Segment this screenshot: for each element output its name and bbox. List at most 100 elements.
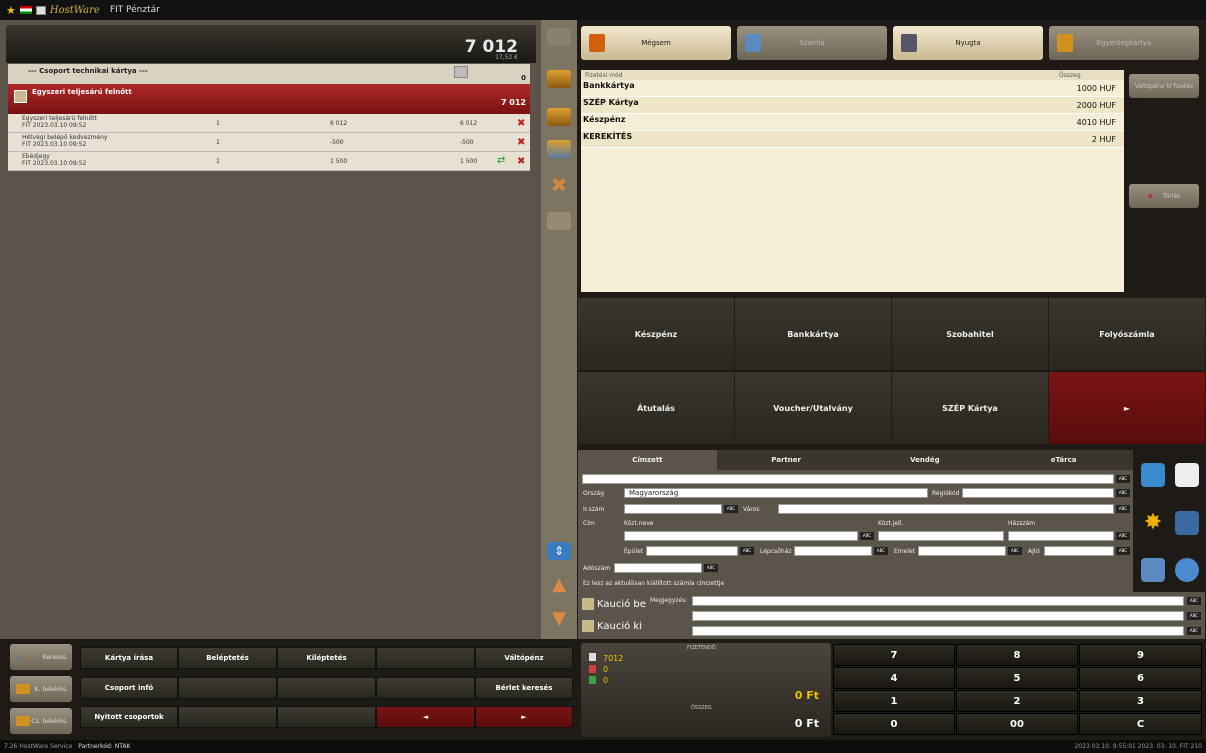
change-payout-button[interactable]: Váltópénz ki fizetés xyxy=(1129,74,1199,98)
empty-button[interactable] xyxy=(376,677,475,699)
hazszam-field[interactable] xyxy=(1008,531,1114,541)
pay-szep-button[interactable]: SZÉP Kártya xyxy=(892,372,1048,444)
delete-icon[interactable]: ✖ xyxy=(517,137,525,148)
key-6[interactable]: 6 xyxy=(1079,667,1202,689)
regiokod-field[interactable] xyxy=(962,488,1114,498)
ticket-icon[interactable] xyxy=(547,212,571,230)
cancel-icon[interactable]: ✖ xyxy=(547,175,571,195)
new-icon[interactable]: ✸ xyxy=(1141,511,1165,535)
epulet-field[interactable] xyxy=(646,546,738,556)
delete-icon[interactable]: ✖ xyxy=(517,156,525,167)
empty-button[interactable] xyxy=(376,647,475,669)
contact-card-icon[interactable] xyxy=(1141,558,1165,582)
key-0[interactable]: 0 xyxy=(833,713,955,735)
lepcsohaz-field[interactable] xyxy=(794,546,872,556)
check-out-button[interactable]: Kiléptetés xyxy=(277,647,376,669)
check-in-button[interactable]: Beléptetés xyxy=(178,647,277,669)
pass-search-button[interactable]: Bérlet keresés xyxy=(475,677,573,699)
keyboard-button[interactable]: ABC xyxy=(1187,627,1201,635)
clear-doc-icon[interactable] xyxy=(1175,463,1199,487)
list-item[interactable]: Egyszeri teljesárú felnőtt FIT 2023.03.10… xyxy=(8,114,530,133)
users-icon[interactable] xyxy=(547,28,571,46)
pay-room-credit-button[interactable]: Szobahitel xyxy=(892,298,1048,370)
key-9[interactable]: 9 xyxy=(1079,644,1202,666)
keyboard-button[interactable]: ABC xyxy=(1116,532,1130,540)
tab-etarca[interactable]: eTárca xyxy=(994,450,1133,470)
keyboard-button[interactable]: ABC xyxy=(874,547,888,555)
receipt-button[interactable]: Nyugta xyxy=(893,26,1043,60)
kozt-neve-field[interactable] xyxy=(624,531,858,541)
card-info-icon[interactable] xyxy=(547,140,571,158)
list-item[interactable]: Ebédjegy FIT 2023.03.10 09:52 1 1 500 1 5… xyxy=(8,152,530,171)
key-clear[interactable]: C xyxy=(1079,713,1202,735)
pay-card-button[interactable]: Bankkártya xyxy=(735,298,891,370)
note-field-1[interactable] xyxy=(692,596,1184,606)
next-page-button[interactable]: ► xyxy=(475,706,573,728)
selected-group-row[interactable]: Egyszeri teljesárú felnőtt 7 012 xyxy=(8,84,530,114)
pay-account-button[interactable]: Folyószámla xyxy=(1049,298,1205,370)
note-field-2[interactable] xyxy=(692,611,1184,621)
key-2[interactable]: 2 xyxy=(956,690,1078,712)
keyboard-button[interactable]: ABC xyxy=(1187,612,1201,620)
collapse-icon[interactable]: ⇕ xyxy=(547,542,571,560)
group-edit-icon[interactable] xyxy=(454,66,468,78)
keyboard-button[interactable]: ABC xyxy=(1008,547,1022,555)
delete-icon[interactable]: ✖ xyxy=(517,118,525,129)
group-info-button[interactable]: Csoport infó xyxy=(80,677,178,699)
empty-button[interactable] xyxy=(277,706,376,728)
key-5[interactable]: 5 xyxy=(956,667,1078,689)
open-groups-button[interactable]: Nyitott csoportok xyxy=(80,706,178,728)
keyboard-button[interactable]: ABC xyxy=(1116,505,1130,513)
card-edit-icon[interactable] xyxy=(547,108,571,126)
kaucio-be-toggle[interactable]: Kaució be xyxy=(582,598,646,610)
prev-page-button[interactable]: ◄ xyxy=(376,706,475,728)
arrow-down-icon[interactable]: ▼ xyxy=(547,610,571,628)
keyboard-button[interactable]: ABC xyxy=(860,532,874,540)
orszag-select[interactable]: Magyarország xyxy=(624,488,928,498)
globe-icon[interactable] xyxy=(1175,558,1199,582)
swap-icon[interactable]: ⇄ xyxy=(497,155,505,166)
card-request-button[interactable]: K. bekérés xyxy=(10,676,72,702)
key-1[interactable]: 1 xyxy=(833,690,955,712)
card-icon[interactable] xyxy=(547,70,571,88)
check-icon[interactable] xyxy=(14,90,27,103)
table-row[interactable]: SZÉP Kártya 2000 HUF xyxy=(581,97,1124,114)
key-3[interactable]: 3 xyxy=(1079,690,1202,712)
keyboard-button[interactable]: ABC xyxy=(704,564,718,572)
keyboard-button[interactable]: ABC xyxy=(1187,597,1201,605)
table-row[interactable]: Készpénz 4010 HUF xyxy=(581,114,1124,131)
key-7[interactable]: 7 xyxy=(833,644,955,666)
pay-voucher-button[interactable]: Voucher/Utalvány xyxy=(735,372,891,444)
keyboard-button[interactable]: ABC xyxy=(1116,489,1130,497)
keyboard-button[interactable]: ABC xyxy=(724,505,738,513)
key-00[interactable]: 00 xyxy=(956,713,1078,735)
search-field[interactable] xyxy=(582,474,1114,484)
group-request-button[interactable]: Cs. bekérés xyxy=(10,708,72,734)
keyboard-button[interactable]: ABC xyxy=(740,547,754,555)
group-bar[interactable]: --- Csoport technikai kártya --- 0 xyxy=(8,64,530,84)
kaucio-ki-toggle[interactable]: Kaució ki xyxy=(582,620,642,632)
kozt-jell-select[interactable] xyxy=(878,531,1004,541)
next-methods-button[interactable]: ► xyxy=(1049,372,1205,444)
list-item[interactable]: Hétvégi belépő kedvezmény FIT 2023.03.10 … xyxy=(8,133,530,152)
change-money-button[interactable]: Váltópénz xyxy=(475,647,573,669)
adoszam-field[interactable] xyxy=(614,563,702,573)
empty-button[interactable] xyxy=(178,677,277,699)
balance-card-button[interactable]: Egyenlegkártya xyxy=(1049,26,1199,60)
pay-cash-button[interactable]: Készpénz xyxy=(578,298,734,370)
pay-transfer-button[interactable]: Átutalás xyxy=(578,372,734,444)
tab-cimzett[interactable]: Címzett xyxy=(578,450,717,470)
key-4[interactable]: 4 xyxy=(833,667,955,689)
table-row[interactable]: KEREKÍTÉS 2 HUF xyxy=(581,131,1124,148)
key-8[interactable]: 8 xyxy=(956,644,1078,666)
empty-button[interactable] xyxy=(277,677,376,699)
keyboard-button[interactable]: ABC xyxy=(1116,547,1130,555)
table-row[interactable]: Bankkártya 1000 HUF xyxy=(581,80,1124,97)
tab-partner[interactable]: Partner xyxy=(716,450,856,470)
empty-button[interactable] xyxy=(178,706,277,728)
tab-vendeg[interactable]: Vendég xyxy=(855,450,995,470)
irszam-field[interactable] xyxy=(624,504,722,514)
ajto-field[interactable] xyxy=(1044,546,1114,556)
back-arrow-icon[interactable] xyxy=(1141,463,1165,487)
delete-payment-button[interactable]: ✖ Törlés xyxy=(1129,184,1199,208)
